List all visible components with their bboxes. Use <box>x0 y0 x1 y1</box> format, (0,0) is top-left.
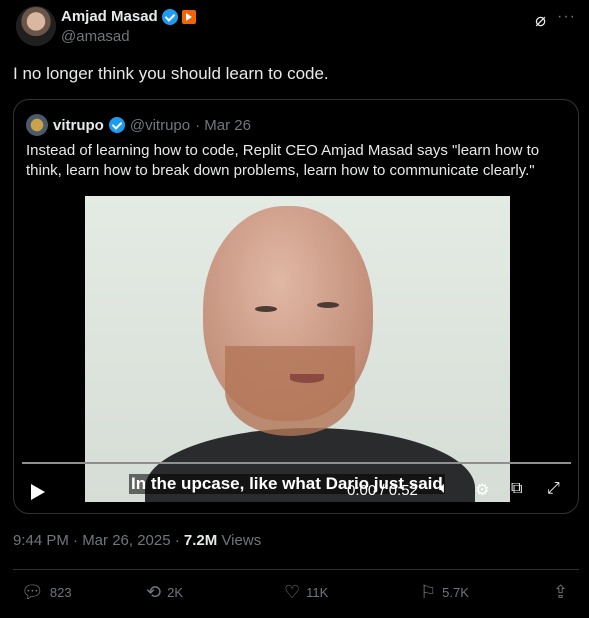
video-person-eye <box>255 306 277 312</box>
bookmark-icon: ⚐ <box>420 582 437 602</box>
video-time: 0:00 / 0:52 <box>347 482 418 499</box>
quoted-tweet-text: Instead of learning how to code, Replit … <box>26 142 540 179</box>
reply-button[interactable]: 💬︎ 823 <box>21 582 72 603</box>
repost-button[interactable]: ⟲ 2K <box>146 582 183 603</box>
fullscreen-icon[interactable]: ⤢ <box>547 480 560 498</box>
action-bar: 💬︎ 823 ⟲ 2K ♡ 11K ⚐ 5.7K ⇪ <box>13 582 579 606</box>
heart-icon: ♡ <box>284 582 301 602</box>
picture-in-picture-icon[interactable]: ⧉ <box>511 480 522 498</box>
more-icon[interactable]: ··· <box>557 8 576 26</box>
author-name[interactable]: Amjad Masad <box>61 8 158 25</box>
view-count: 7.2M <box>183 532 218 549</box>
video-progress-bar[interactable] <box>22 462 571 464</box>
divider <box>13 569 579 570</box>
like-count: 11K <box>306 585 329 600</box>
author-name-row: Amjad Masad <box>61 8 196 25</box>
tweet-text: I no longer think you should learn to co… <box>13 64 329 83</box>
repost-count: 2K <box>167 585 183 600</box>
like-button[interactable]: ♡ 11K <box>284 582 328 603</box>
verified-badge-icon[interactable] <box>161 8 178 25</box>
play-icon[interactable] <box>31 484 45 500</box>
video-player[interactable] <box>85 196 510 502</box>
views-label: Views <box>217 532 262 549</box>
verified-badge-icon <box>108 117 125 133</box>
quoted-author-name[interactable]: vitrupo <box>53 117 104 134</box>
author-handle[interactable]: @amasad <box>61 28 130 45</box>
volume-icon[interactable]: 🔈︎ <box>439 480 449 498</box>
bookmark-count: 5.7K <box>442 585 469 600</box>
quoted-tweet[interactable]: vitrupo @vitrupo · Mar 26 Instead of lea… <box>13 99 579 514</box>
affiliation-badge-icon[interactable] <box>181 9 196 24</box>
quoted-date[interactable]: · Mar 26 <box>195 117 251 134</box>
reply-icon: 💬︎ <box>21 582 44 602</box>
tweet-header: Amjad Masad @amasad ⌀ ··· <box>16 6 576 50</box>
reply-count: 823 <box>49 585 72 600</box>
repost-icon: ⟲ <box>146 582 162 602</box>
video-person-eye <box>317 302 339 308</box>
tweet-timestamp[interactable]: 9:44 PM · Mar 26, 2025 · <box>13 532 184 549</box>
grok-icon[interactable]: ⌀ <box>535 10 546 31</box>
share-button[interactable]: ⇪ <box>553 582 568 603</box>
video-controls: In the upcase, like what Dario just said… <box>14 472 578 512</box>
avatar[interactable] <box>16 6 56 46</box>
bookmark-button[interactable]: ⚐ 5.7K <box>420 582 469 603</box>
quoted-avatar[interactable] <box>26 114 48 136</box>
quoted-author-handle[interactable]: @vitrupo <box>130 117 190 134</box>
tweet-meta: 9:44 PM · Mar 26, 2025 · 7.2M Views <box>13 532 261 549</box>
video-person-mouth <box>290 374 324 383</box>
video-person-beard <box>225 346 355 436</box>
quoted-tweet-header: vitrupo @vitrupo · Mar 26 <box>26 114 251 136</box>
settings-gear-icon[interactable]: ⚙ <box>475 480 489 500</box>
share-icon: ⇪ <box>553 582 569 602</box>
